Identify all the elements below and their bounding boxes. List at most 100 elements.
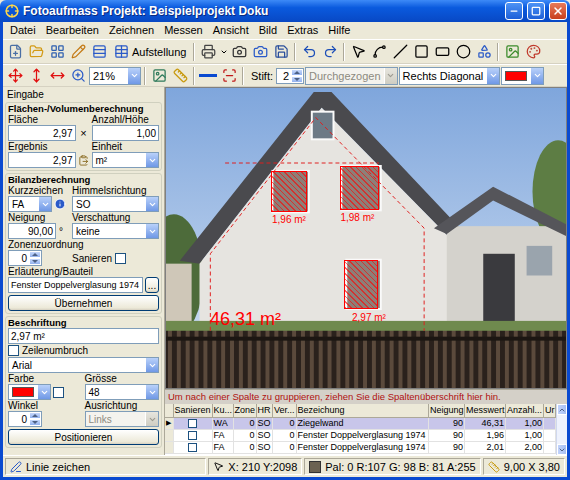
fit-image-button[interactable] xyxy=(149,66,169,86)
dropdown-arrow[interactable] xyxy=(486,68,499,84)
spin-up-button[interactable] xyxy=(29,251,41,258)
window-area-marker[interactable] xyxy=(271,171,307,212)
component-input[interactable]: Fenster Doppelverglasung 1974 xyxy=(8,277,143,293)
report-button[interactable]: Aufstellung xyxy=(110,42,190,62)
new-button[interactable] xyxy=(5,42,25,62)
table-cell[interactable]: Fenster Doppelverglasung 1974 xyxy=(296,441,429,453)
table-cell[interactable]: WA xyxy=(212,417,233,429)
renovate-checkbox[interactable] xyxy=(115,253,126,264)
pointer-button[interactable] xyxy=(348,42,368,62)
column-header[interactable]: HR xyxy=(256,404,272,417)
pen-width-spinner[interactable]: 2 xyxy=(276,68,304,84)
table-cell[interactable]: 1,00 xyxy=(506,429,544,441)
dropdown-arrow[interactable] xyxy=(145,153,158,167)
row-renovate-checkbox[interactable] xyxy=(188,443,197,452)
table-cell[interactable]: Fenster Doppelverglasung 1974 xyxy=(296,429,429,441)
font-select[interactable]: Arial xyxy=(8,357,159,373)
table-cell[interactable]: 1,00 xyxy=(506,417,544,429)
label-text-input[interactable]: 2,97 m² xyxy=(8,328,159,344)
menu-item[interactable]: Datei xyxy=(5,23,41,38)
window-area-marker[interactable] xyxy=(340,166,379,210)
area-label[interactable]: 2,97 m² xyxy=(352,312,386,323)
scroll-down-button[interactable] xyxy=(557,444,567,455)
maximize-button[interactable] xyxy=(527,2,545,20)
column-header[interactable]: Ku... xyxy=(212,404,233,417)
area-label[interactable]: 1,98 m² xyxy=(340,212,374,223)
table-cell[interactable]: 0 xyxy=(233,441,256,453)
hatch-color-select[interactable] xyxy=(501,67,544,85)
open-button[interactable] xyxy=(26,42,46,62)
rows-button[interactable] xyxy=(89,42,109,62)
print-menu-button[interactable] xyxy=(219,42,228,62)
info-icon[interactable] xyxy=(54,198,66,210)
table-cell[interactable]: FA xyxy=(212,429,233,441)
menu-item[interactable]: Bild xyxy=(254,23,282,38)
row-renovate-checkbox[interactable] xyxy=(188,419,197,428)
column-header[interactable]: Sanieren xyxy=(173,404,212,417)
camera-import-button[interactable] xyxy=(250,42,270,62)
wrap-option[interactable]: Zeilenumbruch xyxy=(8,344,159,357)
menu-item[interactable]: Bearbeiten xyxy=(41,23,104,38)
apply-button[interactable]: Übernehmen xyxy=(8,295,159,311)
area-input[interactable]: 2,97 xyxy=(8,125,76,141)
dropdown-arrow[interactable] xyxy=(38,197,51,211)
rectangle-button[interactable] xyxy=(411,42,431,62)
dropdown-arrow[interactable] xyxy=(145,224,158,238)
dropdown-arrow[interactable] xyxy=(384,68,397,84)
spin-down-button[interactable] xyxy=(29,258,41,265)
rounded-rectangle-button[interactable] xyxy=(432,42,452,62)
position-button[interactable]: Positionieren xyxy=(8,429,159,445)
tilt-input[interactable]: 90,00 xyxy=(8,223,56,239)
menu-item[interactable]: Zeichnen xyxy=(104,23,159,38)
table-cell[interactable]: SO xyxy=(256,429,272,441)
shapes-button[interactable] xyxy=(474,42,494,62)
spin-up-button[interactable] xyxy=(291,69,303,76)
scan-button[interactable] xyxy=(219,66,239,86)
column-header[interactable]: Zone xyxy=(233,404,256,417)
count-input[interactable]: 1,00 xyxy=(92,125,160,141)
table-cell[interactable]: 0 xyxy=(233,417,256,429)
dropdown-arrow[interactable] xyxy=(145,385,158,399)
area-label[interactable]: 46,31 m² xyxy=(210,310,281,330)
ellipse-button[interactable] xyxy=(453,42,473,62)
table-cell[interactable] xyxy=(173,417,212,429)
table-cell[interactable]: 2,00 xyxy=(506,441,544,453)
shading-select[interactable]: keine xyxy=(72,223,159,239)
column-header[interactable]: Neigung xyxy=(429,404,465,417)
angle-spinner[interactable]: 0 xyxy=(8,411,42,427)
ruler-button[interactable] xyxy=(170,66,190,86)
menu-item[interactable]: Ansicht xyxy=(208,23,254,38)
table-cell[interactable]: 90 xyxy=(429,429,465,441)
image-button[interactable] xyxy=(502,42,522,62)
move-vertical-button[interactable] xyxy=(26,66,46,86)
table-cell[interactable]: 2,01 xyxy=(465,441,506,453)
table-cell[interactable]: 0 xyxy=(272,429,296,441)
table-row[interactable]: ▶WA0SO0Ziegelwand9046,311,00 xyxy=(165,417,556,429)
column-header[interactable]: Bezeichung xyxy=(296,404,429,417)
save-button[interactable] xyxy=(271,42,291,62)
area-label[interactable]: 1,96 m² xyxy=(272,214,306,225)
table-cell[interactable] xyxy=(544,429,556,441)
photo-list-button[interactable] xyxy=(47,42,67,62)
column-header[interactable]: Anzahl... xyxy=(506,404,544,417)
renovate-option[interactable]: Sanieren xyxy=(72,252,159,265)
line-button[interactable] xyxy=(390,42,410,62)
dropdown-arrow[interactable] xyxy=(145,358,158,372)
menu-item[interactable]: Messen xyxy=(159,23,208,38)
wrap-checkbox[interactable] xyxy=(8,345,19,356)
redo-button[interactable] xyxy=(320,42,340,62)
table-cell[interactable] xyxy=(173,441,212,453)
table-cell[interactable]: 0 xyxy=(272,441,296,453)
window-area-marker[interactable] xyxy=(344,260,378,309)
label-color-select[interactable] xyxy=(8,384,51,400)
curve-button[interactable] xyxy=(369,42,389,62)
zoom-select[interactable]: 21% xyxy=(89,67,141,85)
column-header[interactable]: Ver... xyxy=(272,404,296,417)
column-header[interactable]: Ur xyxy=(544,404,556,417)
dropdown-arrow[interactable] xyxy=(145,197,158,211)
table-row[interactable]: FA0SO0Fenster Doppelverglasung 1974902,0… xyxy=(165,441,556,453)
move-button[interactable] xyxy=(5,66,25,86)
dropdown-arrow[interactable] xyxy=(37,385,50,399)
browse-button[interactable]: ... xyxy=(145,277,159,293)
table-row[interactable]: FA0SO0Fenster Doppelverglasung 1974901,9… xyxy=(165,429,556,441)
